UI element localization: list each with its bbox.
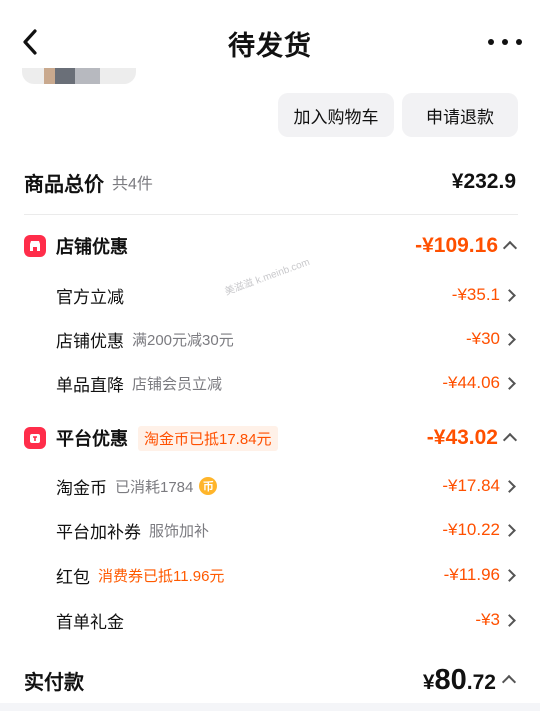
dot-icon	[516, 39, 522, 45]
discount-value: -¥35.1	[451, 285, 500, 304]
platform-discount-value: -¥43.02	[426, 426, 498, 449]
discount-detail: 已消耗1784	[115, 478, 194, 496]
discount-detail: 满200元减30元	[132, 331, 234, 349]
chevron-up-icon	[502, 240, 518, 256]
list-item[interactable]: 店铺优惠 满200元减30元 -¥30	[0, 324, 540, 354]
discount-detail: 消费券已抵11.96元	[98, 567, 225, 585]
dot-icon	[488, 39, 494, 45]
platform-discount-header[interactable]: 平台优惠 淘金币已抵17.84元 -¥43.02	[0, 422, 540, 454]
bottom-strip	[0, 703, 540, 711]
chevron-right-icon	[503, 376, 516, 390]
page-title: 待发货	[228, 31, 312, 61]
list-item[interactable]: 淘金币 已消耗1784 币 -¥17.84	[0, 471, 540, 501]
total-row: 商品总价 共4件 ¥232.9	[0, 166, 540, 198]
discount-value: -¥3	[475, 610, 500, 629]
discount-value: -¥10.22	[442, 520, 500, 539]
shop-discount-title: 店铺优惠	[56, 237, 128, 257]
shop-discount-header[interactable]: 店铺优惠 -¥109.16	[0, 231, 540, 261]
discount-value: -¥11.96	[443, 565, 500, 584]
list-item[interactable]: 红包 消费券已抵11.96元 -¥11.96	[0, 560, 540, 590]
discount-label: 红包	[56, 567, 90, 587]
payment-decimal: .72	[466, 670, 496, 694]
discount-detail: 店铺会员立减	[132, 375, 223, 393]
discount-label: 单品直降	[56, 375, 124, 395]
discount-label: 平台加补券	[56, 522, 141, 542]
platform-icon	[24, 427, 46, 449]
discount-value: -¥44.06	[442, 373, 500, 392]
coin-icon: 币	[199, 477, 218, 495]
more-options-button[interactable]	[488, 30, 522, 54]
product-thumbnail[interactable]	[22, 68, 136, 84]
total-label: 商品总价	[24, 173, 104, 196]
chevron-right-icon	[503, 288, 516, 302]
discount-value: -¥17.84	[442, 476, 500, 495]
coin-deduction-tag: 淘金币已抵17.84元	[138, 425, 278, 451]
total-value: ¥232.9	[451, 170, 516, 193]
list-item[interactable]: 首单礼金 -¥3	[0, 605, 540, 635]
divider	[24, 214, 518, 215]
payment-row[interactable]: 实付款 ¥ 80 .72	[0, 662, 540, 698]
refund-button[interactable]: 申请退款	[402, 93, 518, 137]
add-to-cart-button[interactable]: 加入购物车	[278, 93, 394, 137]
item-count: 共4件	[112, 176, 153, 193]
payment-value: ¥ 80 .72	[423, 664, 496, 697]
chevron-right-icon	[503, 479, 516, 493]
payment-integer: 80	[434, 663, 467, 696]
chevron-up-icon	[502, 432, 518, 448]
discount-label: 淘金币	[56, 478, 107, 498]
shop-discount-value: -¥109.16	[415, 234, 498, 257]
discount-detail: 服饰加补	[149, 522, 210, 540]
chevron-up-icon	[501, 674, 517, 690]
chevron-right-icon	[503, 332, 516, 346]
list-item[interactable]: 单品直降 店铺会员立减 -¥44.06	[0, 368, 540, 398]
platform-discount-title: 平台优惠	[56, 429, 128, 449]
discount-label: 店铺优惠	[56, 331, 124, 351]
discount-label: 首单礼金	[56, 612, 124, 632]
discount-label: 官方立减	[56, 287, 124, 307]
chevron-right-icon	[503, 568, 516, 582]
list-item[interactable]: 官方立减 -¥35.1	[0, 280, 540, 310]
currency-symbol: ¥	[422, 670, 435, 694]
dot-icon	[502, 39, 508, 45]
discount-value: -¥30	[465, 329, 500, 348]
chevron-right-icon	[503, 523, 516, 537]
chevron-right-icon	[503, 613, 516, 627]
shop-icon	[24, 235, 46, 257]
payment-label: 实付款	[24, 671, 84, 694]
list-item[interactable]: 平台加补券 服饰加补 -¥10.22	[0, 515, 540, 545]
